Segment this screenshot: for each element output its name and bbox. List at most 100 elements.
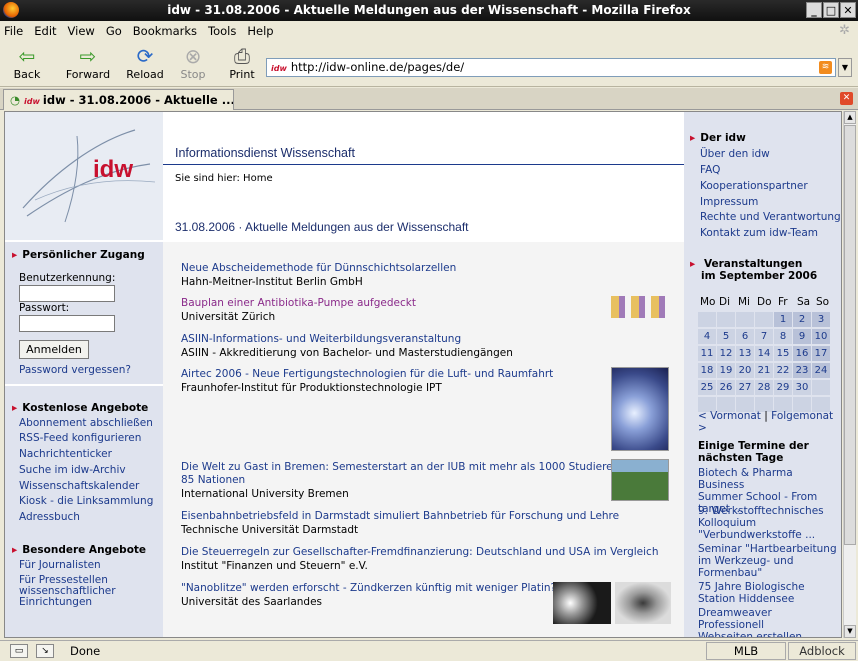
calendar-day[interactable]: 22 [774,363,792,378]
close-window-button[interactable]: ✕ [840,2,856,18]
calendar-day[interactable]: 8 [774,329,792,344]
calendar-day[interactable]: 11 [698,346,716,361]
calendar-day[interactable]: 2 [793,312,811,327]
reload-button[interactable]: ⟳ Reload [124,44,166,81]
news-image[interactable] [553,582,611,624]
sidebar-link-kiosk[interactable]: Kiosk - die Linksammlung [19,495,153,507]
menu-tools[interactable]: Tools [208,24,236,38]
calendar-day[interactable]: 3 [812,312,830,327]
menu-view[interactable]: View [68,24,95,38]
calendar-day[interactable]: 18 [698,363,716,378]
calendar-day[interactable]: 25 [698,380,716,395]
idw-logo[interactable]: idw [5,112,163,240]
news-title[interactable]: Neue Abscheidemethode für Dünnschichtsol… [181,262,456,274]
news-image[interactable] [611,296,667,318]
maximize-button[interactable]: □ [823,2,839,18]
calendar-day[interactable]: 28 [755,380,773,395]
upcoming-event-link[interactable]: 9. Werkstofftechnisches Kolloquium "Verbun… [698,505,840,541]
menu-go[interactable]: Go [106,24,122,38]
link-faq[interactable]: FAQ [700,164,720,176]
calendar-day[interactable]: 17 [812,346,830,361]
scroll-down-icon[interactable]: ▼ [844,625,856,638]
sidebar-link-rss[interactable]: RSS-Feed konfigurieren [19,432,141,444]
menu-edit[interactable]: Edit [34,24,56,38]
sidebar-link-addressbook[interactable]: Adressbuch [19,511,80,523]
news-title[interactable]: Die Steuerregeln zur Gesellschafter-Frem… [181,546,658,558]
upcoming-event-link[interactable]: Dreamweaver Professionell Webseiten erste… [698,607,840,637]
calendar-day[interactable]: 19 [717,363,735,378]
news-title[interactable]: ASIIN-Informations- und Weiterbildungsve… [181,333,461,345]
upcoming-event-link[interactable]: Seminar "Hartbearbeitung im Werkzeug- und… [698,543,840,579]
rss-feed-icon[interactable]: ≋ [819,61,832,74]
calendar-day[interactable]: 6 [736,329,754,344]
calendar-day[interactable]: 23 [793,363,811,378]
calendar-day[interactable]: 20 [736,363,754,378]
link-rights[interactable]: Rechte und Verantwortung [700,211,841,223]
back-button[interactable]: ⇦ Back [8,44,46,81]
calendar-day[interactable]: 7 [755,329,773,344]
tab-idw[interactable]: ◔ idw idw - 31.08.2006 - Aktuelle ... [3,89,234,110]
news-title[interactable]: "Nanoblitze" werden erforscht - Zündkerz… [181,582,556,594]
calendar-day[interactable]: 4 [698,329,716,344]
menu-bar: File Edit View Go Bookmarks Tools Help ✲ [0,21,858,41]
calendar-day[interactable]: 9 [793,329,811,344]
calendar-day[interactable]: 21 [755,363,773,378]
url-history-dropdown[interactable]: ▼ [838,58,852,77]
scroll-up-icon[interactable]: ▲ [844,111,856,124]
login-button[interactable]: Anmelden [19,340,89,359]
news-title[interactable]: Eisenbahnbetriebsfeld in Darmstadt simul… [181,510,619,522]
news-title[interactable]: Die Welt zu Gast in Bremen: Semesterstar… [181,461,661,487]
stop-button[interactable]: ⊗ Stop [177,44,209,81]
calendar-day[interactable]: 13 [736,346,754,361]
news-image[interactable] [615,582,671,624]
calendar-day[interactable]: 30 [793,380,811,395]
news-image[interactable] [611,367,669,451]
firefox-icon [3,2,19,18]
upcoming-event-link[interactable]: 75 Jahre Biologische Station Hiddensee [698,581,840,605]
menu-file[interactable]: File [4,24,23,38]
status-arrow-icon[interactable]: ↘ [36,644,54,658]
forgot-password-link[interactable]: Password vergessen? [19,364,131,376]
minimize-button[interactable]: _ [806,2,822,18]
status-text: Done [70,644,101,658]
password-input[interactable] [19,315,115,332]
sidebar-link-calendar[interactable]: Wissenschaftskalender [19,480,139,492]
close-tab-button[interactable]: ✕ [840,92,853,105]
previous-month-link[interactable]: < Vormonat [698,410,761,422]
calendar-day[interactable]: 15 [774,346,792,361]
sidebar-link-journalists[interactable]: Für Journalisten [19,559,101,571]
adblock-button[interactable]: Adblock [788,642,856,660]
url-bar[interactable]: idw http://idw-online.de/pages/de/ ≋ [266,58,836,77]
calendar-day[interactable]: 14 [755,346,773,361]
news-source: Hahn-Meitner-Institut Berlin GmbH [181,276,363,288]
calendar-day[interactable]: 10 [812,329,830,344]
calendar-day[interactable]: 5 [717,329,735,344]
vertical-scrollbar[interactable]: ▲ ▼ [843,111,856,638]
weekday-label: Mi [738,296,750,308]
link-imprint[interactable]: Impressum [700,196,758,208]
status-panel-icon[interactable]: ▭ [10,644,28,658]
news-image[interactable] [611,459,669,501]
calendar-day[interactable]: 27 [736,380,754,395]
link-contact[interactable]: Kontakt zum idw-Team [700,227,818,239]
news-title[interactable]: Airtec 2006 - Neue Fertigungstechnologie… [181,368,553,380]
link-partners[interactable]: Kooperationspartner [700,180,808,192]
menu-help[interactable]: Help [247,24,273,38]
sidebar-link-ticker[interactable]: Nachrichtenticker [19,448,112,460]
calendar-day[interactable]: 16 [793,346,811,361]
menu-bookmarks[interactable]: Bookmarks [133,24,197,38]
calendar-day[interactable]: 12 [717,346,735,361]
print-button[interactable]: ⎙ Print [226,44,258,81]
news-title[interactable]: Bauplan einer Antibiotika-Pumpe aufgedec… [181,297,416,309]
sidebar-link-archive[interactable]: Suche im idw-Archiv [19,464,126,476]
calendar-day[interactable]: 24 [812,363,830,378]
link-about[interactable]: Über den idw [700,148,770,160]
forward-button[interactable]: ⇨ Forward [64,44,112,81]
calendar-day[interactable]: 26 [717,380,735,395]
calendar-day[interactable]: 1 [774,312,792,327]
username-input[interactable] [19,285,115,302]
calendar-day[interactable]: 29 [774,380,792,395]
sidebar-link-subscribe[interactable]: Abonnement abschließen [19,417,153,429]
sidebar-link-press-offices[interactable]: Für Pressestellen wissenschaftlicher Ein… [19,575,116,608]
scroll-thumb[interactable] [844,125,856,545]
